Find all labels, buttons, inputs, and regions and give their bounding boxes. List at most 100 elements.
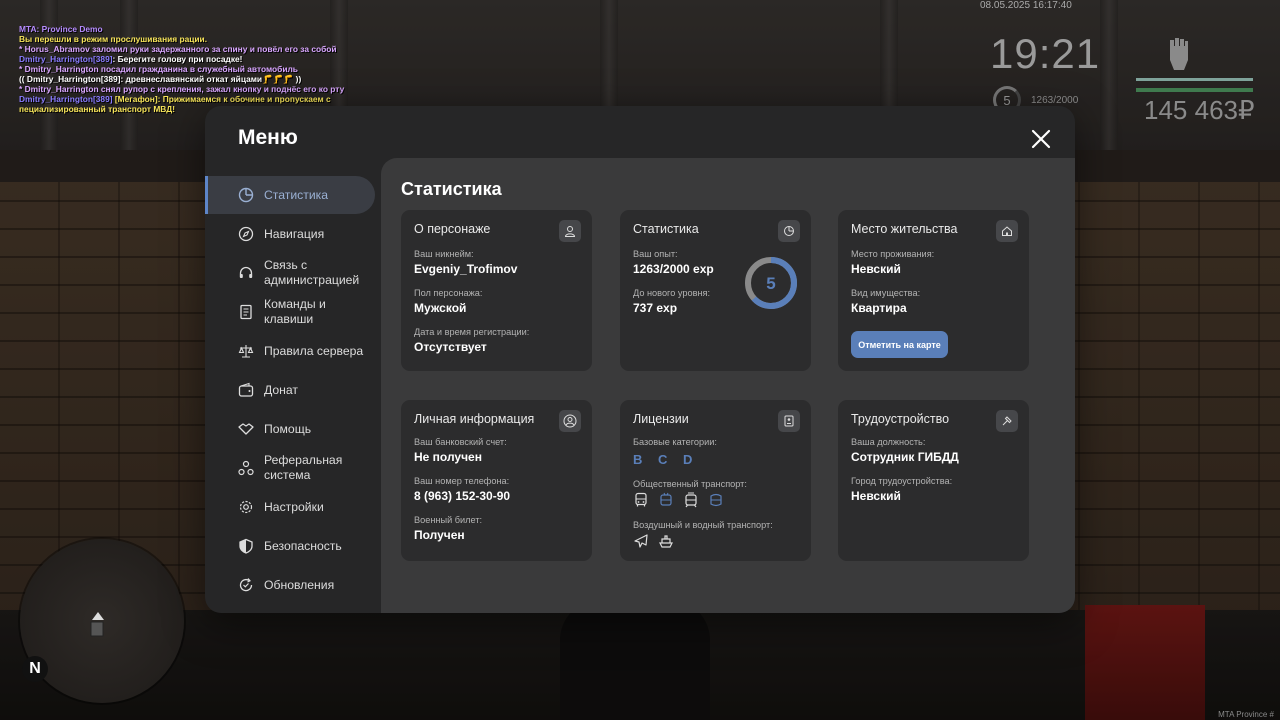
chat-line: * Dmitry_Harrington снял рупор с креплен… [19,84,344,94]
basic-categories-label: Базовые категории: [633,437,717,447]
next-level-label: До нового уровня: [633,288,711,298]
headset-icon [239,266,253,278]
stats-card: Статистика Ваш опыт: 1263/2000 exp До но… [620,210,811,371]
armor-bar [1136,88,1253,92]
phone-value: 8 (963) 152-30-90 [414,489,511,503]
sidebar-item-label: Донат [264,382,298,397]
next-level-value: 737 exp [633,301,678,315]
job-city-value: Невский [851,489,901,503]
compass-north: N [22,656,48,682]
sidebar-item-label: Обновления [264,577,335,592]
main-menu: Меню Статистика Навигация Связь с админи… [205,106,1075,613]
sidebar-item-settings[interactable]: Настройки [205,488,375,526]
chat-text: [Мегафон]: Прижимаемся к обочине и пропу… [112,94,331,104]
sidebar-item-label: Связь с администрацией [264,258,360,287]
chat-text: пециализированный транспорт МВД! [19,104,175,114]
level-progress-ring: 5 [745,257,797,309]
registration-label: Дата и время регистрации: [414,327,530,337]
gear-icon [239,500,253,514]
air-water-label: Воздушный и водный транспорт: [633,520,773,530]
gender-value: Мужской [414,301,467,315]
sidebar-item-label: Статистика [264,187,329,202]
character-card: О персонаже Ваш никнейм: Evgeniy_Trofimo… [401,210,592,371]
card-title: Трудоустройство [851,412,950,426]
chat-text: (( Dmitry_Harrington[389]: древнеславянс… [19,74,302,84]
sidebar-item-help[interactable]: Помощь [205,410,375,448]
pie-chart-icon [778,220,800,242]
property-label: Вид имущества: [851,288,921,298]
content-panel: Статистика О персонаже Ваш никнейм: Evge… [381,158,1075,613]
ship-icon [659,535,673,548]
sidebar-item-donate[interactable]: Донат [205,371,375,409]
chat-line: (( Dmitry_Harrington[389]: древнеславянс… [19,74,344,84]
close-icon[interactable] [1030,128,1052,150]
sidebar-item-statistics[interactable]: Статистика [205,176,375,214]
residence-label: Место проживания: [851,249,935,259]
sidebar-item-support[interactable]: Связь с администрацией [205,254,375,292]
public-transport-icons [633,492,724,508]
sidebar-item-rules[interactable]: Правила сервера [205,332,375,370]
user-icon [559,220,581,242]
residence-card: Место жительства Место проживания: Невск… [838,210,1029,371]
position-value: Сотрудник ГИБДД [851,450,959,464]
wallet-icon [238,382,254,397]
residence-value: Невский [851,262,901,276]
property-value: Квартира [851,301,907,315]
sidebar-item-label: Настройки [264,499,324,514]
chat-line: Dmitry_Harrington[389] [Мегафон]: Прижим… [19,94,344,104]
public-transport-label: Общественный транспорт: [633,479,747,489]
military-label: Военный билет: [414,515,483,525]
chat-sender: Dmitry_Harrington[389] [19,94,113,104]
exp-value: 1263/2000 exp [633,262,714,276]
sidebar-item-label: Помощь [264,421,312,436]
sidebar-item-security[interactable]: Безопасность [205,527,375,565]
sidebar-item-referral[interactable]: Реферальная система [205,449,375,487]
sidebar-item-label: Правила сервера [264,343,364,358]
scales-icon [238,345,254,358]
house-icon [996,220,1018,242]
sidebar-item-commands[interactable]: Команды и клавиши [205,293,375,331]
chat-text: : Берегите голову при посадке! [112,54,243,64]
chat-line: * Dmitry_Harrington посадил гражданина в… [19,64,344,74]
chat-line: Dmitry_Harrington[389]: Берегите голову … [19,54,344,64]
id-card-icon [778,410,800,432]
pie-chart-icon [238,187,254,203]
card-title: Статистика [633,222,699,236]
licenses-card: Лицензии Базовые категории: B C D Общест… [620,400,811,561]
registration-value: Отсутствует [414,340,487,354]
chat-line: Вы перешли в режим прослушивания рации. [19,34,344,44]
level-number: 5 [766,274,775,293]
hud-exp: 1263/2000 [1031,95,1079,106]
mark-on-map-button[interactable]: Отметить на карте [851,331,948,358]
sidebar-item-label: Реферальная система [264,453,343,482]
chat-sender: Dmitry_Harrington[389] [19,54,113,64]
card-title: Место жительства [851,222,958,236]
chat-text: Вы перешли в режим прослушивания рации. [19,34,208,44]
gender-label: Пол персонажа: [414,288,483,298]
chat-log: MTA: Province Demo Вы перешли в режим пр… [19,24,344,114]
employment-card: Трудоустройство Ваша должность: Сотрудни… [838,400,1029,561]
bank-label: Ваш банковский счет: [414,437,507,447]
sidebar-item-navigation[interactable]: Навигация [205,215,375,253]
card-title: Личная информация [414,412,535,426]
airplane-icon [634,534,648,548]
sidebar-item-label: Навигация [264,226,325,241]
hud-clock: 19:21 [990,30,1101,77]
chat-text: * Dmitry_Harrington посадил гражданина в… [19,64,298,74]
sidebar-item-updates[interactable]: Обновления [205,566,375,604]
fist-icon [1170,38,1188,70]
metro-icon [710,493,722,507]
health-bar [1136,78,1253,81]
refresh-icon [239,578,253,592]
handshake-icon [238,423,254,435]
player-marker-icon [90,612,104,637]
document-icon [240,304,252,320]
user-circle-icon [559,410,581,432]
phone-label: Ваш номер телефона: [414,476,510,486]
chat-line: * Horus_Abramov заломил руки задержанног… [19,44,344,54]
bank-value: Не получен [414,450,482,464]
basic-categories-value: B C D [633,452,699,467]
sidebar-item-label: Команды и клавиши [264,297,326,326]
menu-title: Меню [238,126,298,149]
chat-line: MTA: Province Demo [19,24,344,34]
